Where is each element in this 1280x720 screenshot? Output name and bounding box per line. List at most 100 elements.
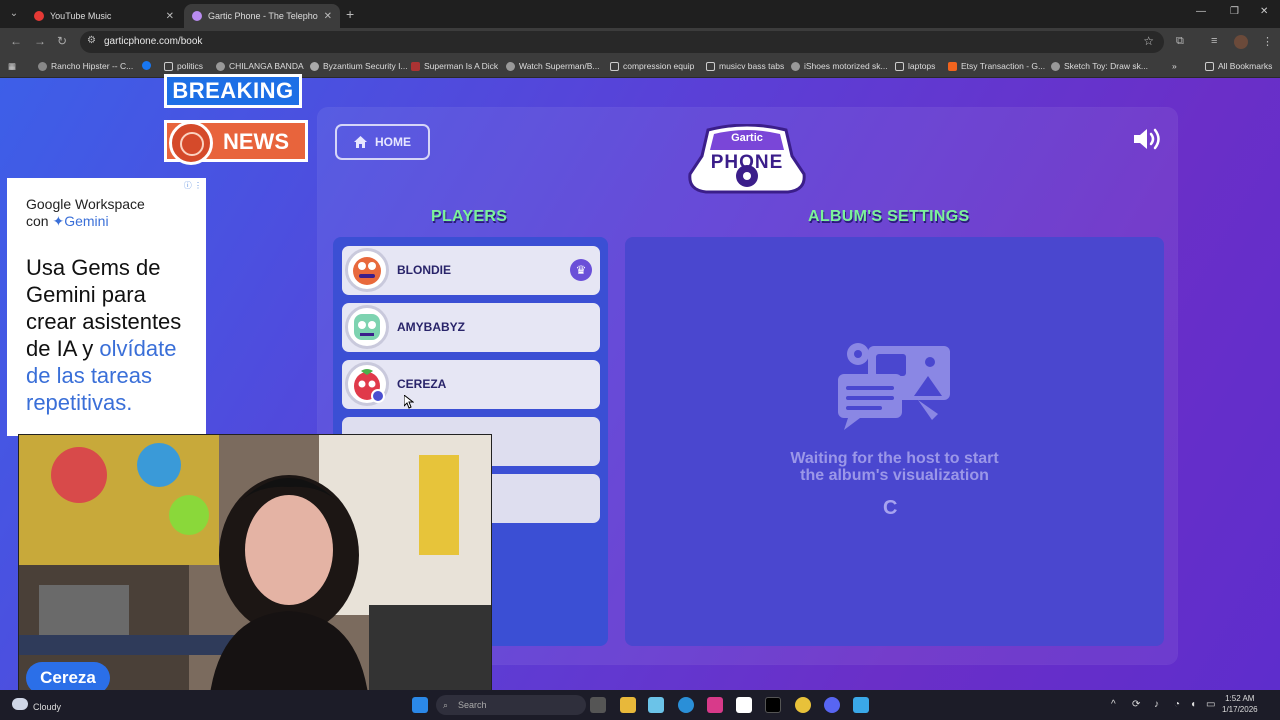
globe-icon [38,61,47,71]
taskbar-search[interactable]: ⌕ Search [436,695,586,715]
close-window-icon[interactable]: ✕ [1260,6,1268,17]
file-explorer-icon[interactable] [620,697,636,713]
globe-icon [216,61,225,71]
ad-choices-icon[interactable]: ⓘ ⋮ [184,180,202,191]
browser-toolbar: ← → ↻ ⚙ garticphone.com/book ☆ ⧉ ≡ ⋮ [0,28,1280,56]
waiting-message: Waiting for the host to start the album'… [790,450,999,484]
battery-icon[interactable]: ▭ [1206,699,1215,710]
home-icon [354,136,367,148]
speaker-icon [1134,128,1160,150]
bookmark-folder[interactable]: compression equip [610,61,694,71]
player-avatar [345,248,389,292]
home-button[interactable]: HOME [335,124,430,160]
task-view-icon[interactable] [590,697,606,713]
close-tab-icon[interactable]: ✕ [324,11,332,22]
gartic-phone-icon [192,11,202,21]
tab-search-chevron-icon[interactable]: ⌄ [6,6,22,22]
globe-icon [791,61,800,71]
minimize-icon[interactable]: — [1196,6,1206,17]
video-icon [411,61,420,71]
gartic-phone-logo: Gartic PHONE [688,123,806,196]
chrome-icon[interactable] [795,697,811,713]
copilot-icon[interactable] [648,697,664,713]
bookmark-folder[interactable]: politics [164,61,203,71]
logo-top-text: Gartic [731,132,763,144]
instagram-icon[interactable] [707,697,723,713]
system-clock[interactable]: 1:52 AM 1/17/2026 [1222,693,1258,715]
notepad-icon[interactable] [853,697,869,713]
folder-icon [1205,61,1214,71]
bookmark-folder[interactable]: musicv bass tabs [706,61,784,71]
microphone-icon[interactable]: ♪ [1154,699,1159,710]
back-icon[interactable]: ← [10,34,22,48]
google-workspace-ad[interactable]: ⓘ ⋮ Google Workspace con ✦Gemini Usa Gem… [7,178,206,436]
bookmark-item[interactable]: iShoes motorized sk... [791,61,888,71]
album-settings-title: ALBUM'S SETTINGS [808,208,970,225]
search-icon: ⌕ [443,700,449,710]
bookmark-item[interactable]: Superman Is A Dick [411,61,498,71]
youtube-music-icon [34,11,44,21]
more-bookmarks-chevron-icon[interactable]: » [1172,61,1177,71]
breaking-news-banner: BREAKING [164,74,302,108]
x-icon[interactable] [765,697,781,713]
close-tab-icon[interactable]: ✕ [166,11,174,22]
bookmark-item[interactable]: Sketch Toy: Draw sk... [1051,61,1148,71]
globe-icon [506,61,515,71]
windows-taskbar: Cloudy ⌕ Search ^ ⟳ ♪ ◔ ◖ ▭ 1:52 AM 1/17… [0,690,1280,720]
bookmark-item[interactable] [142,61,155,70]
sync-icon[interactable]: ⟳ [1132,699,1140,710]
bookmark-item[interactable]: Rancho Hipster -- C... [38,61,133,71]
extensions-icon[interactable]: ⧉ [1176,35,1184,48]
folder-icon [164,61,173,71]
bookmark-item[interactable]: CHILANGA BANDA [216,61,304,71]
player-card[interactable]: BLONDIE [342,246,600,295]
folder-icon [610,61,619,71]
windows-start-icon[interactable] [412,697,428,713]
folder-icon [895,61,904,71]
bell-icon [310,61,319,71]
tab-gartic-phone[interactable]: Gartic Phone - The Telephone G ✕ [184,4,340,28]
facebook-icon [142,61,151,70]
logo-main-text: PHONE [710,152,784,173]
all-bookmarks-folder[interactable]: All Bookmarks [1205,61,1272,71]
maximize-icon[interactable]: ❐ [1230,6,1239,17]
news-banner: NEWS [164,120,308,165]
bookmark-folder[interactable]: laptops [895,61,935,71]
loading-spinner-icon: C [883,497,898,519]
site-info-icon[interactable]: ⚙ [87,35,96,46]
browser-tab-bar: ⌄ YouTube Music ✕ Gartic Phone - The Tel… [0,0,1280,28]
apps-grid-icon[interactable]: ▦ [8,61,16,72]
host-crown-icon: ♛ [570,259,592,281]
bookmark-item[interactable]: Byzantium Security I... [310,61,408,71]
album-settings-panel [625,237,1164,646]
album-settings-illustration [836,340,954,435]
bookmark-item[interactable]: Etsy Transaction - G... [948,61,1045,71]
menu-kebab-icon[interactable]: ⋮ [1262,35,1273,48]
ad-headline: Usa Gems de Gemini para crear asistentes… [26,255,182,415]
forward-icon[interactable]: → [34,34,46,48]
new-tab-button[interactable]: + [346,6,354,22]
discord-icon[interactable] [824,697,840,713]
address-bar[interactable]: ⚙ garticphone.com/book ☆ [80,31,1164,53]
edge-icon[interactable] [678,697,694,713]
reload-icon[interactable]: ↻ [57,34,67,48]
url-text: garticphone.com/book [104,36,203,47]
bookmark-star-icon[interactable]: ☆ [1143,34,1154,48]
bookmark-item[interactable]: Watch Superman/B... [506,61,599,71]
tab-youtube-music[interactable]: YouTube Music ✕ [26,4,182,28]
mouse-cursor-icon [403,393,415,414]
profile-avatar[interactable] [1234,35,1248,49]
amazon-icon[interactable] [736,697,752,713]
you-indicator-icon [371,389,385,403]
wifi-icon[interactable]: ◔ [1174,699,1180,710]
folder-icon [706,61,715,71]
webcam-feed [18,434,492,700]
media-controls-icon[interactable]: ≡ [1211,35,1217,47]
player-card[interactable]: AMYBABYZ [342,303,600,352]
tray-chevron-icon[interactable]: ^ [1111,699,1116,710]
sound-toggle-button[interactable] [1132,126,1164,157]
players-title: PLAYERS [431,208,508,225]
globe-icon [1051,61,1060,71]
volume-icon[interactable]: ◖ [1190,699,1196,710]
etsy-icon [948,61,957,71]
